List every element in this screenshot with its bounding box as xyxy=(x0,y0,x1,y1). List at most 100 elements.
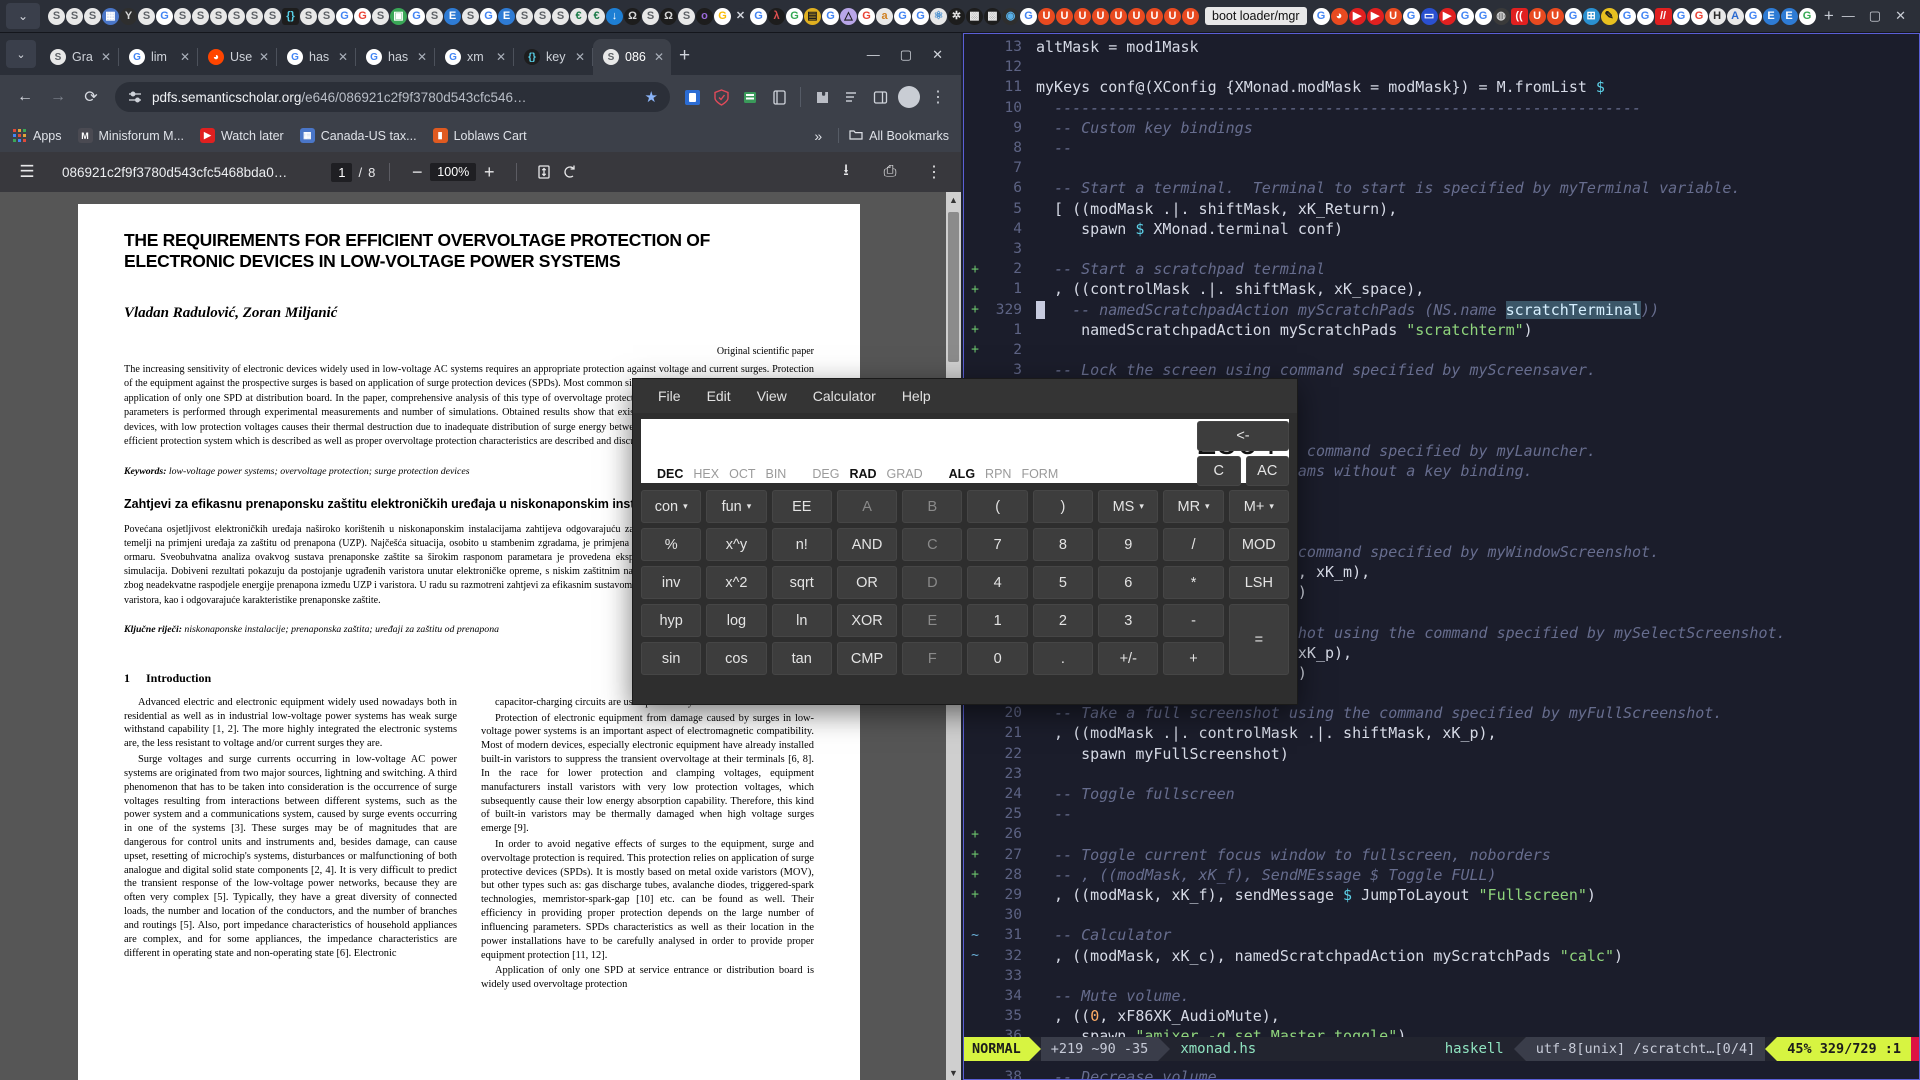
xmobar-favicon[interactable]: U xyxy=(1146,7,1163,25)
browser-tab[interactable]: S 086 ✕ xyxy=(593,39,671,75)
xmobar-favicon[interactable]: S xyxy=(66,7,83,25)
calculator-key-tan[interactable]: tan xyxy=(771,642,832,675)
xmobar-favicon[interactable]: ◕ xyxy=(1330,7,1348,25)
browser-tab[interactable]: Ghas ✕ xyxy=(356,39,434,75)
browser-tab[interactable]: {} key ✕ xyxy=(514,39,592,75)
xmobar-favicon[interactable]: G xyxy=(1798,7,1816,25)
xmobar-favicon[interactable]: S xyxy=(318,7,335,25)
calculator-key-m_[interactable]: M+ ▾ xyxy=(1228,490,1289,523)
calculator-key-fun[interactable]: fun ▾ xyxy=(706,490,767,523)
calculator-backspace-key[interactable]: <- xyxy=(1197,421,1289,451)
xmobar-favicon[interactable]: U xyxy=(1110,7,1127,25)
xmobar-favicon[interactable]: ⊞ xyxy=(1582,7,1600,25)
browser-tab[interactable]: ◕ Use ✕ xyxy=(198,39,276,75)
xmobar-favicon[interactable]: G xyxy=(1618,7,1636,25)
pdf-more-options-icon[interactable]: ⋮ xyxy=(921,159,947,185)
bookmark-item[interactable]: ▦ Canada-US tax... xyxy=(299,128,417,143)
xmobar-favicon[interactable]: G xyxy=(786,7,803,25)
xmobar-favicon[interactable]: G xyxy=(1456,7,1474,25)
pdf-print-icon[interactable]: ⎙ xyxy=(877,159,903,185)
xmobar-favicon[interactable]: // xyxy=(1654,7,1672,25)
xmobar-favicon[interactable]: ◍ xyxy=(1492,7,1510,25)
xmobar-favicon[interactable]: ✎ xyxy=(1600,7,1618,25)
xmobar-favicon[interactable]: G xyxy=(336,7,353,25)
calculator-mode-bin[interactable]: BIN xyxy=(766,467,787,481)
xmobar-favicon[interactable]: G xyxy=(354,7,371,25)
xmobar-favicon[interactable]: U xyxy=(1164,7,1181,25)
tab-search-dropdown-icon[interactable]: ⌄ xyxy=(6,40,36,68)
xmobar-favicon[interactable]: G xyxy=(714,7,731,25)
calculator-menu-edit[interactable]: Edit xyxy=(694,384,744,408)
window-minimize-icon[interactable]: — xyxy=(1842,8,1855,24)
pdf-zoom-in-button[interactable]: + xyxy=(476,159,502,185)
xmobar-favicon[interactable]: U xyxy=(1038,7,1055,25)
bookmark-apps[interactable]: Apps xyxy=(12,128,62,143)
xmobar-favicon[interactable]: S xyxy=(534,7,551,25)
xmobar-favicon[interactable]: ▩ xyxy=(966,7,983,25)
calculator-key-con[interactable]: con ▾ xyxy=(641,490,702,523)
calculator-key-___[interactable]: +/- xyxy=(1098,642,1159,675)
xmobar-favicon[interactable]: G xyxy=(1564,7,1582,25)
xmobar-favicon[interactable]: S xyxy=(552,7,569,25)
xmobar-favicon[interactable]: ▤ xyxy=(804,7,821,25)
calculator-key-_[interactable]: ) xyxy=(1032,490,1094,523)
xmobar-favicon[interactable]: S xyxy=(228,7,245,25)
calculator-key-x_2[interactable]: x^2 xyxy=(706,566,767,599)
calculator-mode-rpn[interactable]: RPN xyxy=(985,467,1011,481)
pdf-scroll-down-arrow[interactable]: ▼ xyxy=(946,1065,961,1080)
tab-close-icon[interactable]: ✕ xyxy=(259,50,269,64)
pdf-zoom-out-button[interactable]: − xyxy=(404,159,430,185)
xmobar-favicon[interactable]: E xyxy=(498,7,515,25)
xmobar-favicon[interactable]: S xyxy=(426,7,443,25)
xmobar-favicon[interactable]: ✕ xyxy=(732,7,749,25)
calculator-key-d[interactable]: D xyxy=(902,566,963,599)
calculator-key-f[interactable]: F xyxy=(902,642,963,675)
calculator-angle-modes[interactable]: DEG RAD GRAD xyxy=(812,467,922,481)
xmobar-favicon[interactable]: G xyxy=(1312,7,1330,25)
xmobar-favicon[interactable]: S xyxy=(246,7,263,25)
calculator-key-ln[interactable]: ln xyxy=(771,604,832,637)
xmobar-favicon[interactable]: ▶ xyxy=(1348,7,1366,25)
calculator-key-8[interactable]: 8 xyxy=(1032,528,1094,561)
calculator-mode-deg[interactable]: DEG xyxy=(812,467,839,481)
tab-list-dropdown-icon[interactable]: ⌄ xyxy=(6,3,40,29)
pdf-sidebar-toggle-icon[interactable]: ☰ xyxy=(14,159,40,185)
calculator-key-hyp[interactable]: hyp xyxy=(641,604,702,637)
xmobar-favicon[interactable]: G xyxy=(1474,7,1492,25)
xmobar-favicon[interactable]: G xyxy=(1690,7,1708,25)
tab-close-icon[interactable]: ✕ xyxy=(496,50,506,64)
calculator-clear-key[interactable]: C xyxy=(1197,456,1241,486)
xmobar-favicon[interactable]: G xyxy=(1744,7,1762,25)
xmobar-favicon[interactable]: H xyxy=(1708,7,1726,25)
xmobar-favicon[interactable]: G xyxy=(156,7,173,25)
reload-button[interactable]: ⟳ xyxy=(76,82,106,112)
pdf-page-input[interactable]: 1 xyxy=(331,162,353,182)
xmobar-favicon[interactable]: € xyxy=(588,7,605,25)
calculator-key-_[interactable]: % xyxy=(641,528,702,561)
xmobar-favicon[interactable]: G xyxy=(1672,7,1690,25)
calculator-menu-file[interactable]: File xyxy=(645,384,694,408)
calculator-key-4[interactable]: 4 xyxy=(967,566,1028,599)
xmobar-favicon[interactable]: S xyxy=(462,7,479,25)
xmobar-favicon[interactable]: ▭ xyxy=(1420,7,1438,25)
extension-icon-3[interactable] xyxy=(737,84,763,110)
site-settings-icon[interactable] xyxy=(127,89,143,105)
calculator-key-_[interactable]: . xyxy=(1032,642,1094,675)
calculator-key-6[interactable]: 6 xyxy=(1098,566,1159,599)
xmobar-favicon[interactable]: U xyxy=(1092,7,1109,25)
calculator-key-_[interactable]: / xyxy=(1163,528,1224,561)
xmobar-favicon[interactable]: G xyxy=(912,7,929,25)
xmobar-favicon[interactable]: S xyxy=(678,7,695,25)
calculator-key-sin[interactable]: sin xyxy=(641,642,702,675)
calculator-key-lsh[interactable]: LSH xyxy=(1228,566,1289,599)
xmobar-favicon[interactable]: S xyxy=(516,7,533,25)
calculator-mode-dec[interactable]: DEC xyxy=(657,467,683,481)
xmobar-favicon[interactable]: ⚛ xyxy=(930,7,947,25)
pdf-fit-page-icon[interactable] xyxy=(531,159,557,185)
xmobar-favicon[interactable]: ✲ xyxy=(948,7,965,25)
bookmark-star-icon[interactable]: ★ xyxy=(645,88,658,106)
xmobar-favicon[interactable]: U xyxy=(1546,7,1564,25)
extension-icon-shield[interactable] xyxy=(708,84,734,110)
xmobar-favicon[interactable]: S xyxy=(174,7,191,25)
calculator-key-_[interactable]: - xyxy=(1163,604,1224,637)
